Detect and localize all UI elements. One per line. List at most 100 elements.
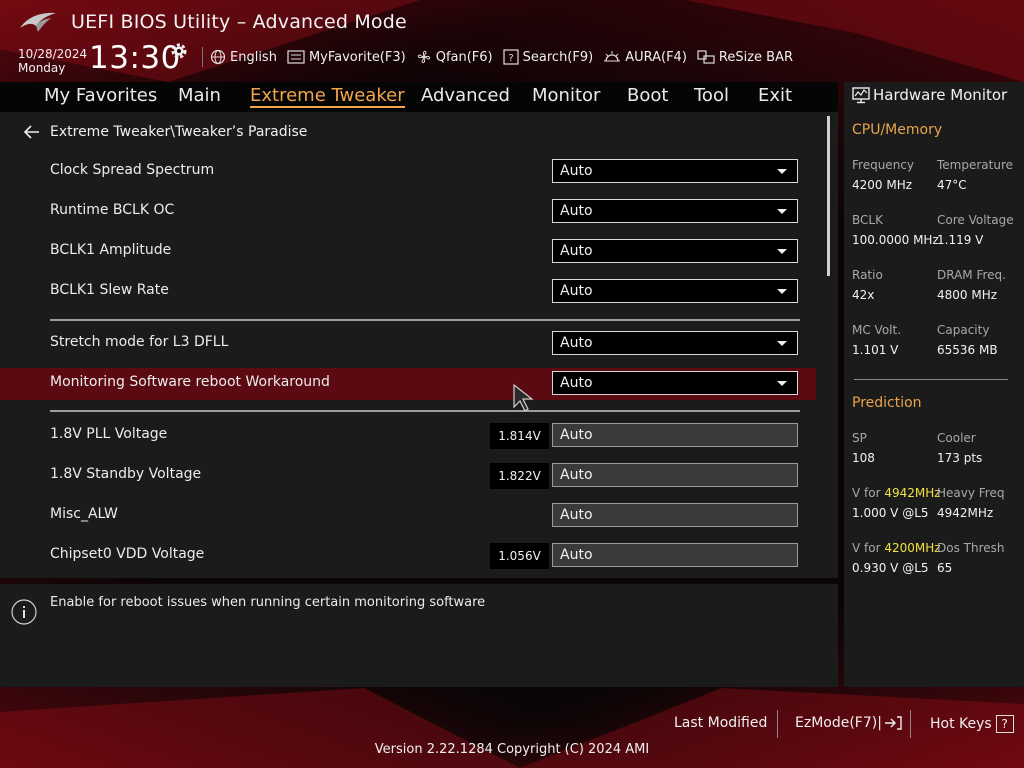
search-button[interactable]: ? Search(F9) xyxy=(503,49,594,65)
hw-value: 4800 MHz xyxy=(937,288,998,302)
setting-input[interactable]: Auto xyxy=(552,503,798,527)
hw-value: 0.930 V @L5 xyxy=(852,561,929,575)
setting-input[interactable]: Auto xyxy=(552,543,798,567)
setting-dropdown[interactable]: Auto xyxy=(552,159,798,183)
qfan-label: Qfan(F6) xyxy=(435,49,493,65)
tab-tool[interactable]: Tool xyxy=(694,85,729,106)
dropdown-value: Auto xyxy=(560,243,593,259)
setting-dropdown[interactable]: Auto xyxy=(552,239,798,263)
setting-row-clock-spread-spectrum[interactable]: Clock Spread Spectrum Auto xyxy=(0,156,816,188)
hw-label: Frequency xyxy=(852,158,914,172)
hotkeys-button[interactable]: Hot Keys ? xyxy=(930,715,1014,733)
dropdown-value: Auto xyxy=(560,335,593,351)
setting-row-bclk1-amplitude[interactable]: BCLK1 Amplitude Auto xyxy=(0,236,816,268)
globe-icon xyxy=(210,49,226,65)
cpu-memory-section-title: CPU/Memory xyxy=(852,122,943,138)
dropdown-value: Auto xyxy=(560,375,593,391)
setting-label: BCLK1 Slew Rate xyxy=(50,282,169,298)
hw-divider xyxy=(854,379,1008,380)
date-text: 10/28/2024 xyxy=(18,47,88,61)
tab-my-favorites[interactable]: My Favorites xyxy=(44,85,157,106)
myfavorite-button[interactable]: MyFavorite(F3) xyxy=(287,50,406,65)
time-display: 13:30 xyxy=(89,40,181,76)
tab-monitor[interactable]: Monitor xyxy=(532,85,600,106)
setting-input[interactable]: Auto xyxy=(552,463,798,487)
setting-input[interactable]: Auto xyxy=(552,423,798,447)
setting-label: Runtime BCLK OC xyxy=(50,202,175,218)
setting-label: Clock Spread Spectrum xyxy=(50,162,215,178)
hw-value: 1.000 V @L5 xyxy=(852,506,929,520)
input-value: Auto xyxy=(560,507,593,523)
hardware-monitor-title: Hardware Monitor xyxy=(873,86,1008,104)
setting-row-1-8v-standby-voltage[interactable]: 1.8V Standby Voltage 1.822V Auto xyxy=(0,460,816,492)
hw-label: BCLK xyxy=(852,213,883,227)
tab-exit[interactable]: Exit xyxy=(758,85,792,106)
dropdown-value: Auto xyxy=(560,163,593,179)
tab-boot[interactable]: Boot xyxy=(627,85,668,106)
myfavorite-label: MyFavorite(F3) xyxy=(308,49,406,65)
version-text: Version 2.22.1284 Copyright (C) 2024 AMI xyxy=(374,742,650,757)
hw-label: Heavy Freq xyxy=(937,486,1005,500)
hw-label: Core Voltage xyxy=(937,213,1014,227)
header: UEFI BIOS Utility – Advanced Mode 10/28/… xyxy=(0,0,1024,82)
gear-icon[interactable] xyxy=(169,41,189,61)
dropdown-value: Auto xyxy=(560,203,593,219)
tab-extreme-tweaker[interactable]: Extreme Tweaker xyxy=(250,85,405,108)
setting-row-monitoring-software-reboot-workaround[interactable]: Monitoring Software reboot Workaround Au… xyxy=(0,368,816,400)
hw-value: 1.101 V xyxy=(852,343,899,357)
setting-row-misc-alw[interactable]: Misc_ALW Auto xyxy=(0,500,816,532)
resizebar-button[interactable]: ReSize BAR xyxy=(697,49,793,65)
chevron-down-icon xyxy=(777,249,787,254)
setting-dropdown[interactable]: Auto xyxy=(552,331,798,355)
input-value: Auto xyxy=(560,427,593,443)
setting-row-chipset0-vdd-voltage[interactable]: Chipset0 VDD Voltage 1.056V Auto xyxy=(0,540,816,572)
voltage-reading: 1.056V xyxy=(490,543,549,569)
language-button[interactable]: English xyxy=(210,49,277,65)
language-label: English xyxy=(230,49,277,65)
setting-dropdown[interactable]: Auto xyxy=(552,199,798,223)
voltage-reading: 1.814V xyxy=(490,423,549,449)
resize-bar-icon xyxy=(697,50,715,64)
setting-row-stretch-mode-l3-dfll[interactable]: Stretch mode for L3 DFLL Auto xyxy=(0,328,816,360)
question-box-icon: ? xyxy=(503,49,519,65)
exit-arrow-icon xyxy=(884,716,902,730)
monitor-icon xyxy=(852,87,870,104)
back-arrow-icon[interactable] xyxy=(24,125,40,139)
toolbar-divider xyxy=(202,47,203,67)
footer-divider xyxy=(777,710,778,738)
hw-value: 65536 MB xyxy=(937,343,998,357)
setting-label: Chipset0 VDD Voltage xyxy=(50,546,205,562)
aura-button[interactable]: AURA(F4) xyxy=(603,49,687,65)
chevron-down-icon xyxy=(777,169,787,174)
search-label: Search(F9) xyxy=(522,49,594,65)
ezmode-button[interactable]: EzMode(F7)| xyxy=(795,715,902,731)
input-value: Auto xyxy=(560,467,593,483)
breadcrumb: Extreme Tweaker\Tweaker’s Paradise xyxy=(24,124,307,140)
hw-value: 1.119 V xyxy=(937,233,984,247)
hw-label: Ratio xyxy=(852,268,883,282)
tab-advanced[interactable]: Advanced xyxy=(421,85,510,106)
qfan-button[interactable]: Qfan(F6) xyxy=(416,49,493,65)
prediction-section-title: Prediction xyxy=(852,395,922,411)
footer-divider xyxy=(910,710,911,738)
last-modified-button[interactable]: Last Modified xyxy=(674,715,767,731)
hw-value: 4200 MHz xyxy=(852,178,913,192)
setting-row-runtime-bclk-oc[interactable]: Runtime BCLK OC Auto xyxy=(0,196,816,228)
chevron-down-icon xyxy=(777,209,787,214)
hw-value: 42x xyxy=(852,288,875,302)
hw-value: 100.0000 MHz xyxy=(852,233,939,247)
rog-logo-icon xyxy=(20,12,56,32)
scrollbar[interactable] xyxy=(827,116,830,276)
setting-label: Misc_ALW xyxy=(50,506,118,522)
setting-label: 1.8V Standby Voltage xyxy=(50,466,202,482)
mouse-cursor-icon xyxy=(513,383,534,412)
setting-row-bclk1-slew-rate[interactable]: BCLK1 Slew Rate Auto xyxy=(0,276,816,308)
setting-dropdown[interactable]: Auto xyxy=(552,371,798,395)
hw-value: 173 pts xyxy=(937,451,983,465)
favorite-list-icon xyxy=(287,50,305,64)
setting-dropdown[interactable]: Auto xyxy=(552,279,798,303)
main-tabs: My Favorites Main Extreme Tweaker Advanc… xyxy=(0,82,838,112)
tab-main[interactable]: Main xyxy=(178,85,221,106)
voltage-reading: 1.822V xyxy=(490,463,549,489)
setting-row-1-8v-pll-voltage[interactable]: 1.8V PLL Voltage 1.814V Auto xyxy=(0,420,816,452)
